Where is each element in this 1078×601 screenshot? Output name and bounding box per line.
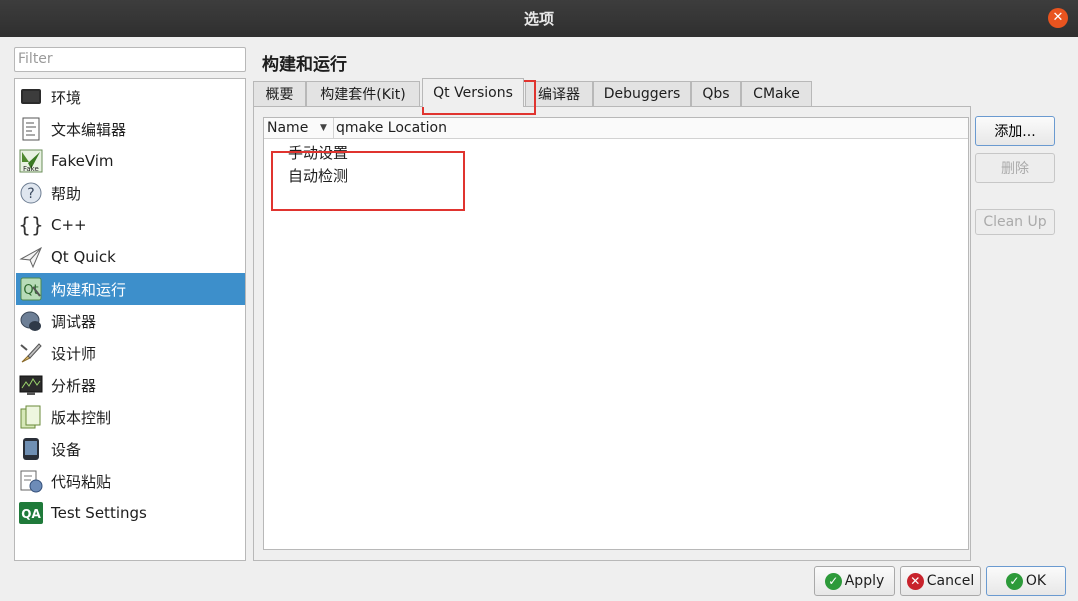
sidebar-item-label: FakeVim xyxy=(51,152,114,170)
sidebar-item-help[interactable]: ? 帮助 xyxy=(16,177,245,209)
help-icon: ? xyxy=(19,181,43,205)
sidebar-item-label: 调试器 xyxy=(51,312,97,331)
tab-qbs[interactable]: Qbs xyxy=(691,81,741,106)
sidebar-item-label: 文本编辑器 xyxy=(51,120,127,139)
sidebar-item-label: Test Settings xyxy=(51,504,147,522)
options-category-list: 环境 文本编辑器 Fake FakeVim ? 帮助 {} C++ Qt Qui… xyxy=(14,78,246,561)
svg-text:Fake: Fake xyxy=(23,165,39,173)
braces-icon: {} xyxy=(19,213,43,237)
sidebar-item-label: 帮助 xyxy=(51,184,82,203)
sidebar-item-designer[interactable]: 设计师 xyxy=(16,337,245,369)
qa-icon: QA xyxy=(19,501,43,525)
sidebar-item-label: C++ xyxy=(51,216,87,234)
sidebar-item-fakevim[interactable]: Fake FakeVim xyxy=(16,145,245,177)
text-document-icon xyxy=(19,117,43,141)
column-header-qmake-location[interactable]: qmake Location xyxy=(336,118,447,138)
window-title: 选项 xyxy=(523,10,554,28)
close-window-button[interactable]: ✕ xyxy=(1048,8,1068,28)
code-paste-icon xyxy=(19,469,43,493)
cancel-button[interactable]: ✕ Cancel xyxy=(900,566,981,596)
sidebar-item-qt-quick[interactable]: Qt Quick xyxy=(16,241,245,273)
qt-versions-tree[interactable]: Name ▼ qmake Location 手动设置 自动检测 xyxy=(263,117,969,550)
tree-row-auto-detected[interactable]: 自动检测 xyxy=(288,165,348,186)
sidebar-item-environment[interactable]: 环境 xyxy=(16,81,245,113)
sidebar-item-label: 构建和运行 xyxy=(51,280,127,299)
ok-button[interactable]: ✓ OK xyxy=(986,566,1066,596)
svg-text:{}: {} xyxy=(19,213,43,237)
sidebar-item-test-settings[interactable]: QA Test Settings xyxy=(16,497,245,529)
monitor-icon xyxy=(19,85,43,109)
page-title: 构建和运行 xyxy=(262,55,347,75)
design-brush-icon xyxy=(19,341,43,365)
sidebar-item-debugger[interactable]: 调试器 xyxy=(16,305,245,337)
sidebar-item-label: 设备 xyxy=(51,440,82,459)
sort-down-icon: ▼ xyxy=(320,123,327,133)
tree-header: Name ▼ qmake Location xyxy=(264,118,968,139)
sidebar-item-label: 代码粘贴 xyxy=(51,472,112,491)
sidebar-item-label: Qt Quick xyxy=(51,248,116,266)
checkmark-icon: ✓ xyxy=(1005,572,1023,590)
tab-debuggers[interactable]: Debuggers xyxy=(593,81,691,106)
sidebar-item-label: 版本控制 xyxy=(51,408,112,427)
tab-cmake[interactable]: CMake xyxy=(741,81,812,106)
svg-text:QA: QA xyxy=(21,507,41,521)
cancel-icon: ✕ xyxy=(906,572,924,590)
apply-button[interactable]: ✓ Apply xyxy=(814,566,895,596)
checkmark-icon: ✓ xyxy=(824,572,842,590)
sidebar-item-build-and-run[interactable]: Qt 构建和运行 xyxy=(16,273,245,305)
sidebar-item-cpp[interactable]: {} C++ xyxy=(16,209,245,241)
sidebar-item-label: 环境 xyxy=(51,88,82,107)
sidebar-item-devices[interactable]: 设备 xyxy=(16,433,245,465)
version-control-icon xyxy=(19,405,43,429)
build-run-icon: Qt xyxy=(19,277,43,301)
tab-compilers[interactable]: 编译器 xyxy=(525,81,593,106)
window-titlebar: 选项 ✕ xyxy=(0,0,1078,37)
sidebar-item-label: 分析器 xyxy=(51,376,97,395)
debugger-bug-icon xyxy=(19,309,43,333)
clean-up-button[interactable]: Clean Up xyxy=(975,209,1055,235)
tab-general[interactable]: 概要 xyxy=(253,81,306,106)
sidebar-item-version-control[interactable]: 版本控制 xyxy=(16,401,245,433)
sidebar-item-analyzer[interactable]: 分析器 xyxy=(16,369,245,401)
sidebar-item-code-paste[interactable]: 代码粘贴 xyxy=(16,465,245,497)
tree-row-manual[interactable]: 手动设置 xyxy=(288,142,348,163)
add-button[interactable]: 添加... xyxy=(975,116,1055,146)
tab-kits[interactable]: 构建套件(Kit) xyxy=(306,81,420,106)
paper-plane-icon xyxy=(19,245,43,269)
device-icon xyxy=(19,437,43,461)
sidebar-item-text-editor[interactable]: 文本编辑器 xyxy=(16,113,245,145)
fakevim-icon: Fake xyxy=(19,149,43,173)
analyzer-icon xyxy=(19,373,43,397)
tab-qt-versions[interactable]: Qt Versions xyxy=(422,78,524,107)
sidebar-item-label: 设计师 xyxy=(51,344,97,363)
remove-button[interactable]: 删除 xyxy=(975,153,1055,183)
svg-text:?: ? xyxy=(27,186,34,202)
filter-input[interactable]: Filter xyxy=(14,47,246,72)
